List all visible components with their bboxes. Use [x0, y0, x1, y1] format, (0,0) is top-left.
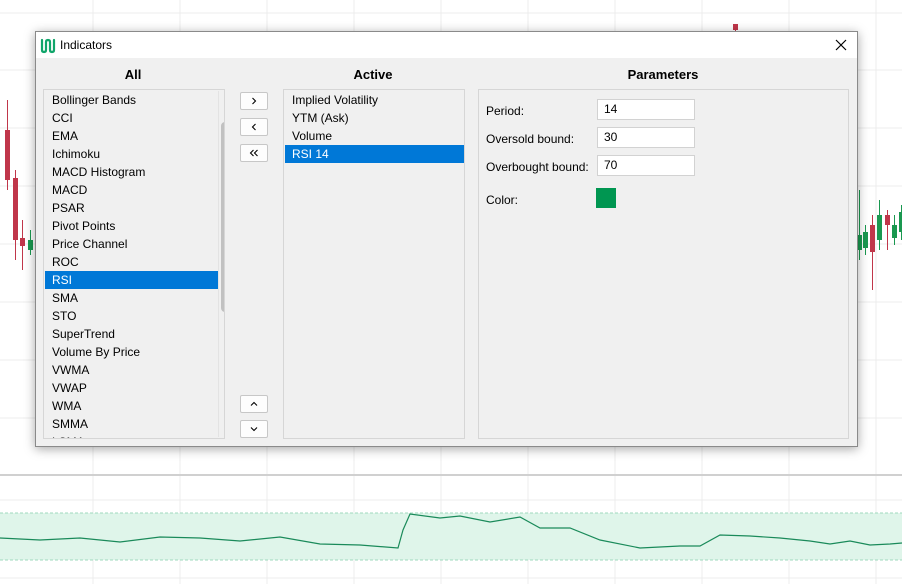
- chevron-left-icon: [251, 123, 256, 131]
- oversold-label: Oversold bound:: [486, 132, 575, 146]
- candle-body: [863, 232, 868, 248]
- close-button[interactable]: [825, 32, 857, 58]
- remove-all-button[interactable]: [240, 144, 268, 162]
- app-logo-icon: [40, 38, 56, 54]
- color-label: Color:: [486, 193, 519, 207]
- all-column-title: All: [124, 67, 142, 82]
- all-list-item[interactable]: VWMA: [45, 361, 218, 379]
- active-indicators-list[interactable]: Implied Volatility YTM (Ask) Volume RSI 14: [283, 89, 465, 439]
- all-list-item[interactable]: Price Channel: [45, 235, 218, 253]
- active-list-item[interactable]: Implied Volatility: [285, 91, 464, 109]
- chevron-down-icon: [250, 427, 258, 432]
- candle-body: [733, 24, 738, 30]
- scroll-thumb[interactable]: [221, 122, 224, 312]
- all-list-item[interactable]: Ichimoku: [45, 145, 218, 163]
- parameters-column-title: Parameters: [627, 67, 699, 82]
- all-list-item[interactable]: MACD Histogram: [45, 163, 218, 181]
- all-list-item[interactable]: CCI: [45, 109, 218, 127]
- all-list-item[interactable]: RSI: [45, 271, 218, 289]
- period-label: Period:: [486, 104, 525, 118]
- overbought-input[interactable]: 70: [597, 155, 695, 176]
- oversold-input[interactable]: 30: [597, 127, 695, 148]
- title-bar: Indicators: [36, 32, 857, 58]
- candle-body: [5, 130, 10, 180]
- double-chevron-left-icon: [249, 149, 258, 157]
- remove-indicator-button[interactable]: [240, 118, 268, 136]
- all-list-item[interactable]: STO: [45, 307, 218, 325]
- candle-body: [20, 238, 25, 246]
- active-list-item[interactable]: RSI 14: [285, 145, 464, 163]
- all-list-item[interactable]: SMMA: [45, 415, 218, 433]
- move-up-button[interactable]: [240, 395, 268, 413]
- indicators-dialog: Indicators All Active Parameters Bolling…: [35, 31, 858, 447]
- all-list-item[interactable]: WMA: [45, 397, 218, 415]
- period-input[interactable]: 14: [597, 99, 695, 120]
- candle-body: [892, 225, 897, 238]
- all-list-item[interactable]: PSAR: [45, 199, 218, 217]
- all-list-item[interactable]: VWAP: [45, 379, 218, 397]
- candle-body: [885, 215, 890, 225]
- all-list-item[interactable]: SuperTrend: [45, 325, 218, 343]
- close-icon: [835, 39, 847, 51]
- candle-body: [28, 240, 33, 250]
- add-indicator-button[interactable]: [240, 92, 268, 110]
- all-list-item[interactable]: MACD: [45, 181, 218, 199]
- all-list-item[interactable]: SMA: [45, 289, 218, 307]
- candle-body: [877, 215, 882, 240]
- chevron-right-icon: [252, 97, 257, 105]
- candle-body: [870, 225, 875, 252]
- active-list-item[interactable]: Volume: [285, 127, 464, 145]
- all-indicators-list[interactable]: Bollinger Bands CCI EMA Ichimoku MACD Histog…: [43, 89, 225, 439]
- all-list-item[interactable]: Bollinger Bands: [45, 91, 218, 109]
- color-swatch-button[interactable]: [596, 188, 616, 208]
- move-down-button[interactable]: [240, 420, 268, 438]
- all-list-item[interactable]: Pivot Points: [45, 217, 218, 235]
- overbought-label: Overbought bound:: [486, 160, 589, 174]
- all-list-item[interactable]: LSMA: [45, 433, 218, 438]
- all-list-item[interactable]: EMA: [45, 127, 218, 145]
- rsi-band: [0, 513, 902, 560]
- all-list-item[interactable]: ROC: [45, 253, 218, 271]
- chevron-up-icon: [250, 401, 258, 406]
- candle-body: [13, 178, 18, 240]
- active-column-title: Active: [353, 67, 393, 82]
- all-list-item[interactable]: Volume By Price: [45, 343, 218, 361]
- window-title: Indicators: [60, 38, 113, 52]
- active-list-item[interactable]: YTM (Ask): [285, 109, 464, 127]
- all-list-scrollbar[interactable]: [218, 91, 224, 437]
